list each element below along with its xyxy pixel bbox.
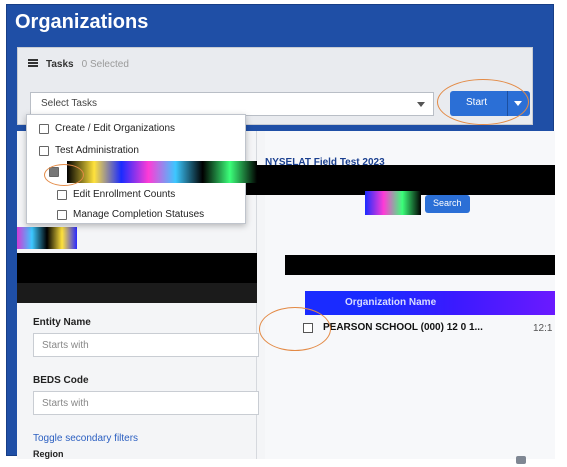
tasks-label: Tasks: [46, 59, 74, 70]
menu-item-checkbox[interactable]: [57, 209, 67, 220]
menu-item-label: Edit Enrollment Counts: [73, 189, 176, 200]
page-title: Organizations: [15, 11, 149, 33]
selected-count: 0 Selected: [81, 59, 129, 70]
menu-item-label: Create / Edit Organizations: [55, 123, 176, 134]
menu-item-label: Test Administration: [55, 145, 139, 156]
row-highlight-circle: [259, 307, 331, 351]
render-artifact: [17, 227, 77, 249]
list-icon: [28, 59, 38, 67]
menu-item-checkbox[interactable]: [57, 189, 67, 200]
entity-name-label: Entity Name: [33, 317, 91, 328]
menu-item-create-edit-orgs[interactable]: Create / Edit Organizations: [39, 123, 175, 134]
select-tasks-dropdown[interactable]: Select Tasks: [30, 92, 434, 116]
menu-item-edit-enrollment-counts[interactable]: Edit Enrollment Counts: [57, 189, 175, 200]
scrollbar-handle[interactable]: [516, 456, 526, 464]
row-time: 12:1: [533, 323, 553, 334]
entity-name-placeholder: Starts with: [42, 340, 89, 351]
render-artifact: [17, 283, 257, 303]
menu-item-checkbox[interactable]: [39, 145, 49, 156]
entity-name-input[interactable]: Starts with: [33, 333, 259, 357]
checkbox-highlight-circle: [44, 164, 84, 186]
start-highlight-circle: [437, 79, 529, 125]
beds-code-label: BEDS Code: [33, 375, 89, 386]
menu-item-manage-completion-statuses[interactable]: Manage Completion Statuses: [57, 209, 204, 220]
render-artifact: [285, 255, 555, 275]
render-artifact: [17, 253, 257, 285]
organization-name-column[interactable]: Organization Name: [345, 297, 436, 308]
organization-row-name[interactable]: PEARSON SCHOOL (000) 12 0 1...: [323, 322, 483, 333]
menu-item-checkbox[interactable]: [39, 123, 49, 134]
caret-down-icon: [417, 102, 425, 107]
beds-code-input[interactable]: Starts with: [33, 391, 259, 415]
search-button[interactable]: Search: [425, 195, 470, 213]
region-label: Region: [33, 449, 64, 459]
render-artifact: [67, 161, 257, 183]
tasks-header: Tasks 0 Selected: [28, 59, 129, 70]
results-column: NYSELAT Field Test 2023 Search Organizat…: [175, 131, 555, 459]
select-tasks-placeholder: Select Tasks: [41, 98, 97, 109]
render-artifact: [365, 191, 421, 215]
menu-item-label: Manage Completion Statuses: [73, 209, 205, 220]
toggle-secondary-filters-link[interactable]: Toggle secondary filters: [33, 433, 138, 444]
organizations-window: Organizations Tasks 0 Selected Select Ta…: [6, 4, 555, 459]
beds-code-placeholder: Starts with: [42, 398, 89, 409]
menu-item-test-administration[interactable]: Test Administration: [39, 145, 139, 156]
